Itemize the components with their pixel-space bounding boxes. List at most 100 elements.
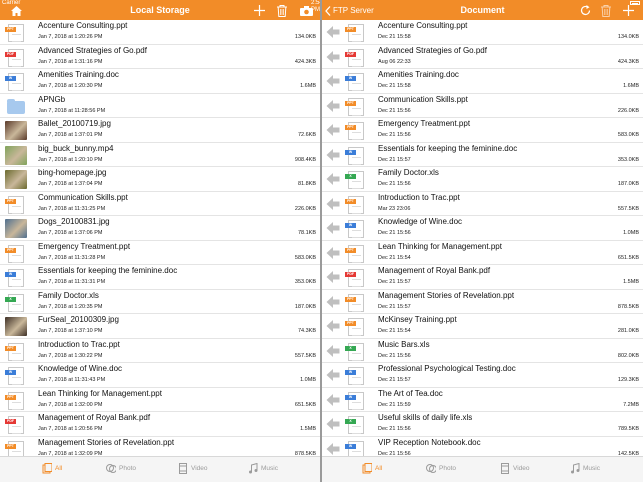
file-row[interactable]: PDF Management of Royal Bank.pdf Jan 7, 20… [0, 412, 320, 437]
download-arrow-icon[interactable] [326, 294, 340, 310]
download-arrow-icon[interactable] [326, 49, 340, 65]
file-row[interactable]: PPT Communication Skills.ppt Jan 7, 2018 a… [0, 192, 320, 216]
file-row[interactable]: W Essentials for keeping the feminine.doc… [0, 265, 320, 290]
tab-all[interactable]: All [362, 463, 382, 474]
file-row[interactable]: PPT Communication Skills.ppt Dec 21 15:56 2… [322, 94, 643, 118]
download-arrow-icon[interactable] [326, 147, 340, 163]
file-row[interactable]: PPT Introduction to Trac.ppt Jan 7, 2018 a… [0, 339, 320, 363]
file-row[interactable]: PDF Advanced Strategies of Go.pdf Aug 06 2… [322, 45, 643, 69]
file-row[interactable]: W Professional Psychological Testing.doc D… [322, 363, 643, 388]
file-name: Dogs_20100831.jpg [38, 217, 110, 226]
tab-all[interactable]: All [42, 463, 62, 474]
file-row[interactable]: PDF Management of Royal Bank.pdf Dec 21 15… [322, 265, 643, 290]
image-thumbnail [5, 170, 27, 189]
download-arrow-icon[interactable] [326, 171, 340, 187]
file-row[interactable]: APNGb Jan 7, 2018 at 11:28:56 PM [0, 94, 320, 118]
file-row[interactable]: X Useful skills of daily life.xls Dec 21 1… [322, 412, 643, 437]
file-row[interactable]: PPT Lean Thinking for Management.ppt Dec 2… [322, 241, 643, 265]
file-row[interactable]: PPT McKinsey Training.ppt Dec 21 15:54 281.… [322, 314, 643, 339]
tab-music[interactable]: Music [248, 463, 278, 474]
download-arrow-icon[interactable] [326, 98, 340, 114]
file-name: Essentials for keeping the feminine.doc [378, 143, 518, 153]
file-date: Jan 7, 2018 at 11:31:28 PM [38, 254, 106, 261]
tab-photo[interactable]: Photo [426, 463, 456, 474]
file-row[interactable]: W Amenities Training.doc Jan 7, 2018 at 1:… [0, 69, 320, 94]
local-file-list[interactable]: PPT Accenture Consulting.ppt Jan 7, 2018 a… [0, 20, 320, 456]
file-row[interactable]: Dogs_20100831.jpg Jan 7, 2018 at 1:37:06 … [0, 216, 320, 241]
camera-button[interactable] [299, 4, 313, 17]
file-row[interactable]: bing-homepage.jpg Jan 7, 2018 at 1:37:04 … [0, 167, 320, 192]
ppt-file-icon: PPT [5, 195, 27, 214]
file-row[interactable]: PPT Accenture Consulting.ppt Dec 21 15:58 1… [322, 20, 643, 45]
download-arrow-icon[interactable] [326, 392, 340, 408]
refresh-button[interactable] [578, 4, 592, 17]
add-button[interactable] [252, 4, 266, 17]
tab-bar-right: All Photo Video Music [322, 456, 643, 482]
download-arrow-icon[interactable] [326, 441, 340, 457]
file-row[interactable]: X Music Bars.xls Dec 21 15:56 802.0KB [322, 339, 643, 363]
file-row[interactable]: X Family Doctor.xls Jan 7, 2018 at 1:20:35… [0, 290, 320, 314]
file-row[interactable]: PDF Advanced Strategies of Go.pdf Jan 7, 2… [0, 45, 320, 69]
delete-button[interactable] [275, 4, 289, 17]
file-row[interactable]: W The Art of Tea.doc Dec 21 15:59 7.2MB [322, 388, 643, 412]
tab-video[interactable]: Video [178, 463, 208, 474]
file-row[interactable]: W VIP Reception Notebook.doc Dec 21 15:56 1… [322, 437, 643, 457]
doc-file-icon: W [345, 440, 367, 456]
image-thumbnail [5, 317, 27, 336]
file-date: Dec 21 15:57 [378, 279, 411, 285]
file-row[interactable]: PPT Lean Thinking for Management.ppt Jan 7… [0, 388, 320, 412]
file-row[interactable]: X Family Doctor.xls Dec 21 15:56 187.0KB [322, 167, 643, 192]
file-row[interactable]: Ballet_20100719.jpg Jan 7, 2018 at 1:37:0… [0, 118, 320, 143]
file-size: 226.0KB [294, 205, 316, 212]
file-date: Dec 21 15:58 [378, 83, 411, 89]
file-size: 583.0KB [294, 254, 316, 261]
music-icon [571, 463, 580, 474]
tab-video[interactable]: Video [500, 463, 530, 474]
page-title: Local Storage [130, 5, 190, 15]
download-arrow-icon[interactable] [326, 122, 340, 138]
photo-icon [426, 464, 436, 473]
file-date: Dec 21 15:59 [378, 401, 411, 408]
download-arrow-icon[interactable] [326, 367, 340, 383]
file-name: FurSeal_20100309.jpg [38, 315, 119, 324]
file-row[interactable]: W Knowledge of Wine.doc Dec 21 15:56 1.0MB [322, 216, 643, 241]
file-size: 583.0KB [617, 132, 639, 138]
download-arrow-icon[interactable] [326, 245, 340, 261]
file-row[interactable]: W Knowledge of Wine.doc Jan 7, 2018 at 11:… [0, 363, 320, 388]
download-arrow-icon[interactable] [326, 343, 340, 359]
file-row[interactable]: PPT Management Stories of Revelation.ppt D… [322, 290, 643, 314]
file-row[interactable]: W Essentials for keeping the feminine.doc… [322, 143, 643, 167]
file-size: 424.3KB [617, 58, 639, 65]
ftp-file-list[interactable]: PPT Accenture Consulting.ppt Dec 21 15:58 1… [322, 20, 643, 456]
download-arrow-icon[interactable] [326, 416, 340, 432]
download-arrow-icon[interactable] [326, 318, 340, 334]
download-arrow-icon[interactable] [326, 24, 340, 40]
file-row[interactable]: PPT Emergency Treatment.ppt Jan 7, 2018 at… [0, 241, 320, 265]
doc-file-icon: W [345, 72, 367, 91]
add-button-right[interactable] [621, 4, 635, 17]
file-row[interactable]: W Amenities Training.doc Dec 21 15:58 1.6MB [322, 69, 643, 94]
music-icon [249, 463, 258, 474]
file-row[interactable]: big_buck_bunny.mp4 Jan 7, 2018 at 1:20:10… [0, 143, 320, 167]
file-row[interactable]: FurSeal_20100309.jpg Jan 7, 2018 at 1:37:… [0, 314, 320, 339]
ppt-file-icon: PPT [5, 342, 27, 361]
tab-music[interactable]: Music [570, 463, 600, 474]
download-arrow-icon[interactable] [326, 220, 340, 236]
file-name: Advanced Strategies of Go.pdf [38, 45, 147, 55]
file-size: 789.5KB [617, 426, 639, 432]
file-row[interactable]: PPT Accenture Consulting.ppt Jan 7, 2018 a… [0, 20, 320, 45]
download-arrow-icon[interactable] [326, 269, 340, 285]
download-arrow-icon[interactable] [326, 196, 340, 212]
file-name: Knowledge of Wine.doc [378, 217, 463, 226]
tab-photo[interactable]: Photo [106, 463, 136, 474]
ppt-file-icon: PPT [5, 244, 27, 263]
local-storage-pane: Carrier 2:54 PM Local Storage PPT Accentu… [0, 0, 320, 482]
local-header: Carrier 2:54 PM Local Storage [0, 0, 320, 20]
file-row[interactable]: PPT Introduction to Trac.ppt Mar 23 23:06 5… [322, 192, 643, 216]
download-arrow-icon[interactable] [326, 73, 340, 89]
file-row[interactable]: PPT Management Stories of Revelation.ppt J… [0, 437, 320, 456]
camera-icon [299, 5, 313, 16]
file-row[interactable]: PPT Emergency Treatment.ppt Dec 21 15:56 58… [322, 118, 643, 143]
ppt-file-icon: PPT [345, 317, 367, 336]
delete-button-right[interactable] [599, 4, 613, 17]
